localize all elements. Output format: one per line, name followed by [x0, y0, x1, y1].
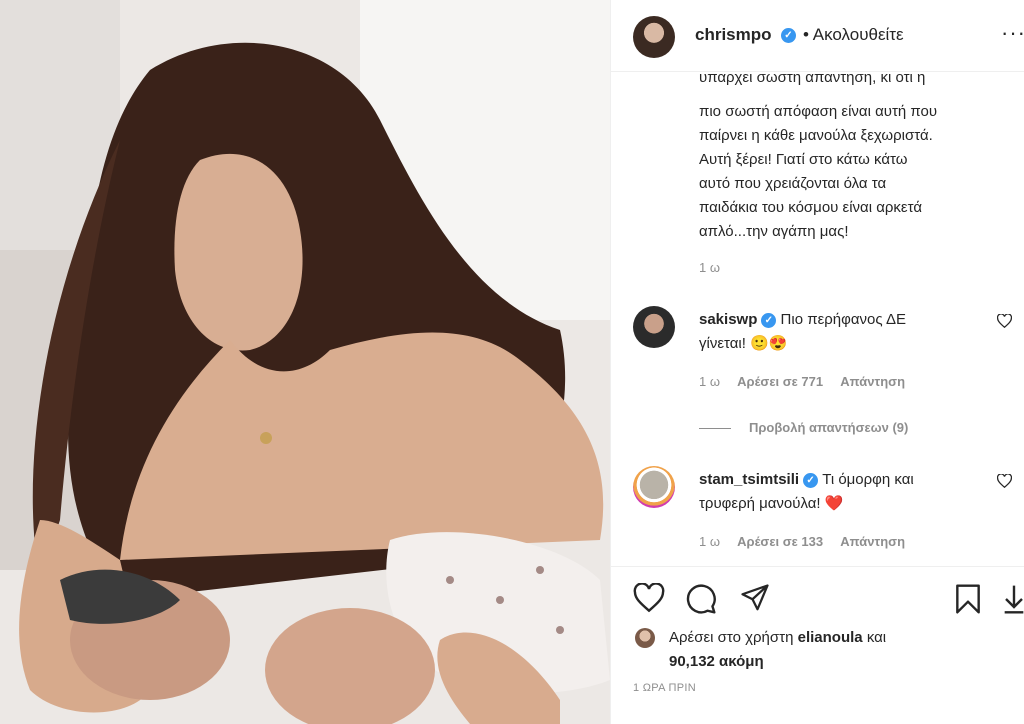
caption-line: αυτό που χρειάζονται όλα τα [699, 175, 887, 192]
comment-meta: 1 ω Αρέσει σε 133 Απάντηση [699, 534, 919, 549]
caption: πιο σωστή απόφαση είναι αυτή που παίρνει… [699, 100, 1019, 244]
caption-line: παιδάκια του κόσμου είναι αρκετά [699, 199, 923, 216]
caption-time[interactable]: 1 ω [699, 260, 720, 275]
commenter-avatar[interactable] [633, 306, 675, 348]
caption-line: απλό...την αγάπη μας! [699, 223, 849, 240]
view-replies-button[interactable]: Προβολή απαντήσεων (9) [699, 420, 908, 435]
post-side-panel: chrismpo ✓ • Ακολουθείτε ··· υπάρχει σωσ… [610, 0, 1024, 724]
comment-like-heart-icon[interactable] [996, 313, 1013, 332]
verified-badge-icon: ✓ [781, 28, 796, 43]
liker-avatar[interactable] [635, 628, 655, 648]
heart-icon[interactable] [633, 583, 665, 613]
post-photo[interactable] [0, 0, 610, 724]
comment-time[interactable]: 1 ω [699, 534, 720, 549]
download-icon[interactable] [1003, 583, 1024, 615]
comment-likes[interactable]: Αρέσει σε 771 [737, 374, 823, 389]
comment-reply-button[interactable]: Απάντηση [840, 534, 905, 549]
share-icon[interactable] [739, 583, 771, 613]
action-bar [611, 566, 1024, 628]
caption-line: πιο σωστή απόφαση είναι αυτή που [699, 103, 938, 120]
comment-body-line2: τρυφερή μανούλα! ❤️ [699, 495, 844, 512]
comment-body-line1: Τι όμορφη και [822, 471, 914, 488]
post-header: chrismpo ✓ • Ακολουθείτε ··· [611, 0, 1024, 72]
post-photo-illustration [0, 0, 610, 724]
comment-body-line1: Πιο περήφανος ΔΕ [780, 311, 906, 328]
likes-prefix: Αρέσει στο χρήστη [669, 629, 794, 646]
commenter-username[interactable]: stam_tsimtsili [699, 471, 799, 488]
caption-line: παίρνει η κάθε μανούλα ξεχωριστά. [699, 127, 933, 144]
comment-reply-button[interactable]: Απάντηση [840, 374, 905, 389]
post-timestamp[interactable]: 1 ΩΡΑ ΠΡΙΝ [633, 682, 696, 694]
comment-time[interactable]: 1 ω [699, 374, 720, 389]
follow-status[interactable]: • Ακολουθείτε [803, 25, 904, 45]
more-options-icon[interactable]: ··· [1001, 20, 1024, 46]
view-replies-label: Προβολή απαντήσεων (9) [749, 420, 909, 435]
caption-clipped: υπάρχει σωστή απάντηση, κι ότι η [611, 74, 1024, 102]
comment-text: stam_tsimtsili ✓ Τι όμορφη και τρυφερή μα… [699, 468, 989, 516]
comment-like-heart-icon[interactable] [996, 473, 1013, 492]
replies-dash [699, 428, 731, 430]
author-avatar[interactable] [633, 16, 675, 58]
comment-body-line2: γίνεται! 🙂😍 [699, 335, 788, 352]
comment-icon[interactable] [685, 583, 717, 615]
comment-likes[interactable]: Αρέσει σε 133 [737, 534, 823, 549]
comment-text: sakiswp ✓ Πιο περήφανος ΔΕ γίνεται! 🙂😍 [699, 308, 989, 356]
likes-count[interactable]: 90,132 ακόμη [669, 653, 764, 670]
likes-joiner: και [866, 629, 887, 646]
verified-badge-icon: ✓ [761, 312, 777, 328]
author-username[interactable]: chrismpo [695, 25, 772, 45]
caption-clipped-line: υπάρχει σωστή απάντηση, κι ότι η [699, 74, 926, 86]
liker-username[interactable]: elianoula [798, 629, 863, 646]
comment-meta: 1 ω Αρέσει σε 771 Απάντηση [699, 374, 919, 389]
verified-badge-icon: ✓ [803, 472, 819, 488]
commenter-username[interactable]: sakiswp [699, 311, 757, 328]
commenter-avatar[interactable] [633, 466, 675, 508]
likes-summary: Αρέσει στο χρήστη elianoula και 90,132 α… [669, 626, 886, 674]
bookmark-icon[interactable] [953, 583, 983, 615]
caption-line: Αυτή ξέρει! Γιατί στο κάτω κάτω [699, 151, 908, 168]
